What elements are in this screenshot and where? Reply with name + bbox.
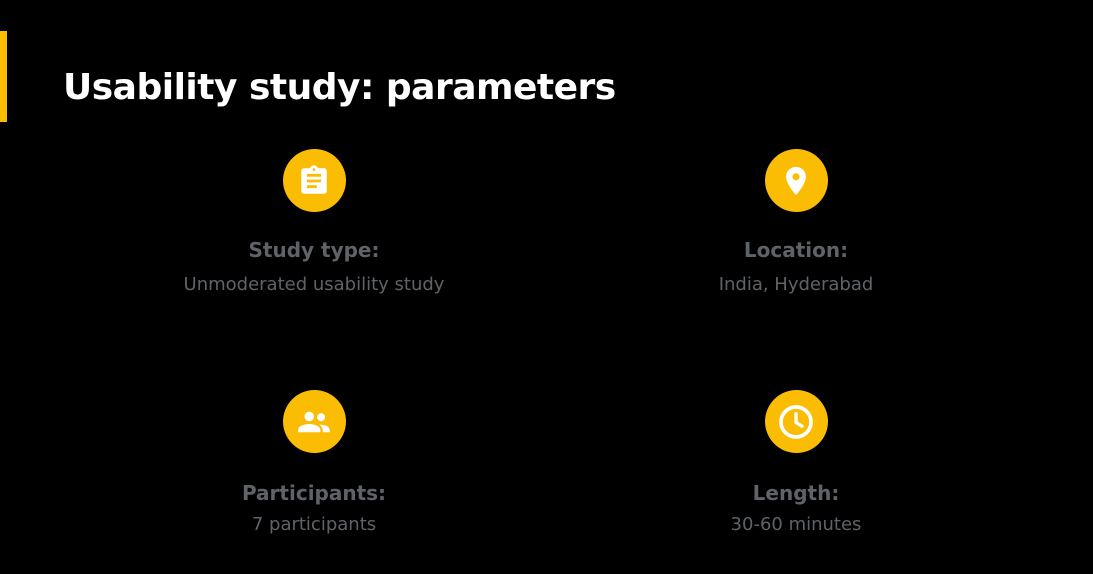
parameter-participants: Participants: 7 participants (114, 390, 514, 538)
parameter-length: Length: 30-60 minutes (596, 390, 996, 538)
parameter-study-type: Study type: Unmoderated usability study (114, 149, 514, 298)
location-pin-icon (764, 149, 828, 212)
clock-icon (764, 390, 828, 453)
parameter-label: Location: (743, 238, 849, 262)
parameter-location: Location: India, Hyderabad (596, 149, 996, 298)
parameter-label: Length: (752, 481, 840, 505)
page-title: Usability study: parameters (63, 67, 616, 108)
parameter-value: Unmoderated usability study (183, 274, 445, 295)
people-icon (282, 390, 346, 453)
clipboard-icon (282, 149, 346, 212)
parameter-value: India, Hyderabad (718, 274, 874, 295)
parameter-label: Participants: (241, 481, 387, 505)
parameter-value: 30-60 minutes (730, 514, 862, 535)
accent-bar (0, 31, 7, 122)
parameter-label: Study type: (248, 238, 380, 262)
parameter-value: 7 participants (251, 514, 377, 535)
